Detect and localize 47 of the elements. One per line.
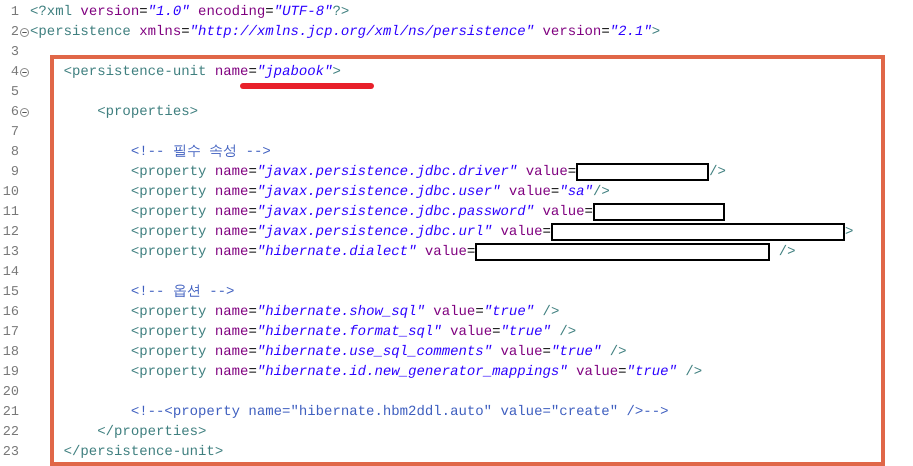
code-text: <property name="javax.persistence.jdbc.url" value= xyxy=(130,223,551,242)
line-number: 15 xyxy=(2,284,19,300)
line-number: 10 xyxy=(2,184,19,200)
code-text: <property name="hibernate.id.new_generator_mappings" value="true" /> xyxy=(130,363,702,382)
code-text: <properties> xyxy=(96,103,198,122)
line-number: 16 xyxy=(2,304,19,320)
line-number: 1 xyxy=(10,4,19,20)
line-number: 23 xyxy=(2,444,19,460)
code-text: /> xyxy=(709,163,726,182)
code-text: <?xml version="1.0" encoding="UTF-8"?> xyxy=(30,3,350,22)
code-text: <property name="hibernate.show_sql" value="true" /> xyxy=(130,303,560,322)
line-number: 13 xyxy=(2,244,19,260)
line-number: 2 xyxy=(10,24,19,40)
code-text: <!-- 옵션 --> xyxy=(130,283,234,302)
line-number: 8 xyxy=(10,144,19,160)
line-number: 3 xyxy=(10,44,19,60)
line-number: 4 xyxy=(10,64,19,80)
line-number: 12 xyxy=(2,224,19,240)
line-number: 5 xyxy=(10,84,19,100)
fold-icon[interactable] xyxy=(20,68,29,76)
fold-icon[interactable] xyxy=(20,28,29,36)
code-text: > xyxy=(844,223,854,242)
line-number: 22 xyxy=(2,424,19,440)
code-text: <property name="hibernate.format_sql" value="true" /> xyxy=(130,323,576,342)
code-text: /> xyxy=(778,243,796,262)
code-text: <!-- 필수 속성 --> xyxy=(130,143,271,162)
line-number: 19 xyxy=(2,364,19,380)
line-number: 21 xyxy=(2,404,19,420)
line-number: 6 xyxy=(10,104,19,120)
code-text: <persistence xmlns="http://xmlns.jcp.org/xml/ns/persistence" version="2.1"> xyxy=(30,23,660,42)
code-text: </properties> xyxy=(96,423,206,442)
fold-icon[interactable] xyxy=(20,108,29,116)
code-text: <property name="hibernate.dialect" value= xyxy=(130,243,476,262)
line-number: 9 xyxy=(10,164,19,180)
line-number: 17 xyxy=(2,324,19,340)
code-text: <property name="javax.persistence.jdbc.user" value="sa"/> xyxy=(130,183,610,202)
line-number: 11 xyxy=(2,204,19,220)
line-number: 18 xyxy=(2,344,19,360)
line-number: 14 xyxy=(2,264,19,280)
code-text: </persistence-unit> xyxy=(62,443,224,462)
code-text: <property name="hibernate.use_sql_comments" value="true" /> xyxy=(130,343,627,362)
line-number: 7 xyxy=(10,124,19,140)
code-text: <property name="javax.persistence.jdbc.driver" value= xyxy=(130,163,576,182)
code-text: <property name="javax.persistence.jdbc.password" value= xyxy=(130,203,593,222)
code-text: <!--<property name="hibernate.hbm2ddl.auto" value="create" />--> xyxy=(130,403,669,422)
line-number: 20 xyxy=(2,384,19,400)
code-text: <persistence-unit name="jpabook"> xyxy=(30,62,341,82)
